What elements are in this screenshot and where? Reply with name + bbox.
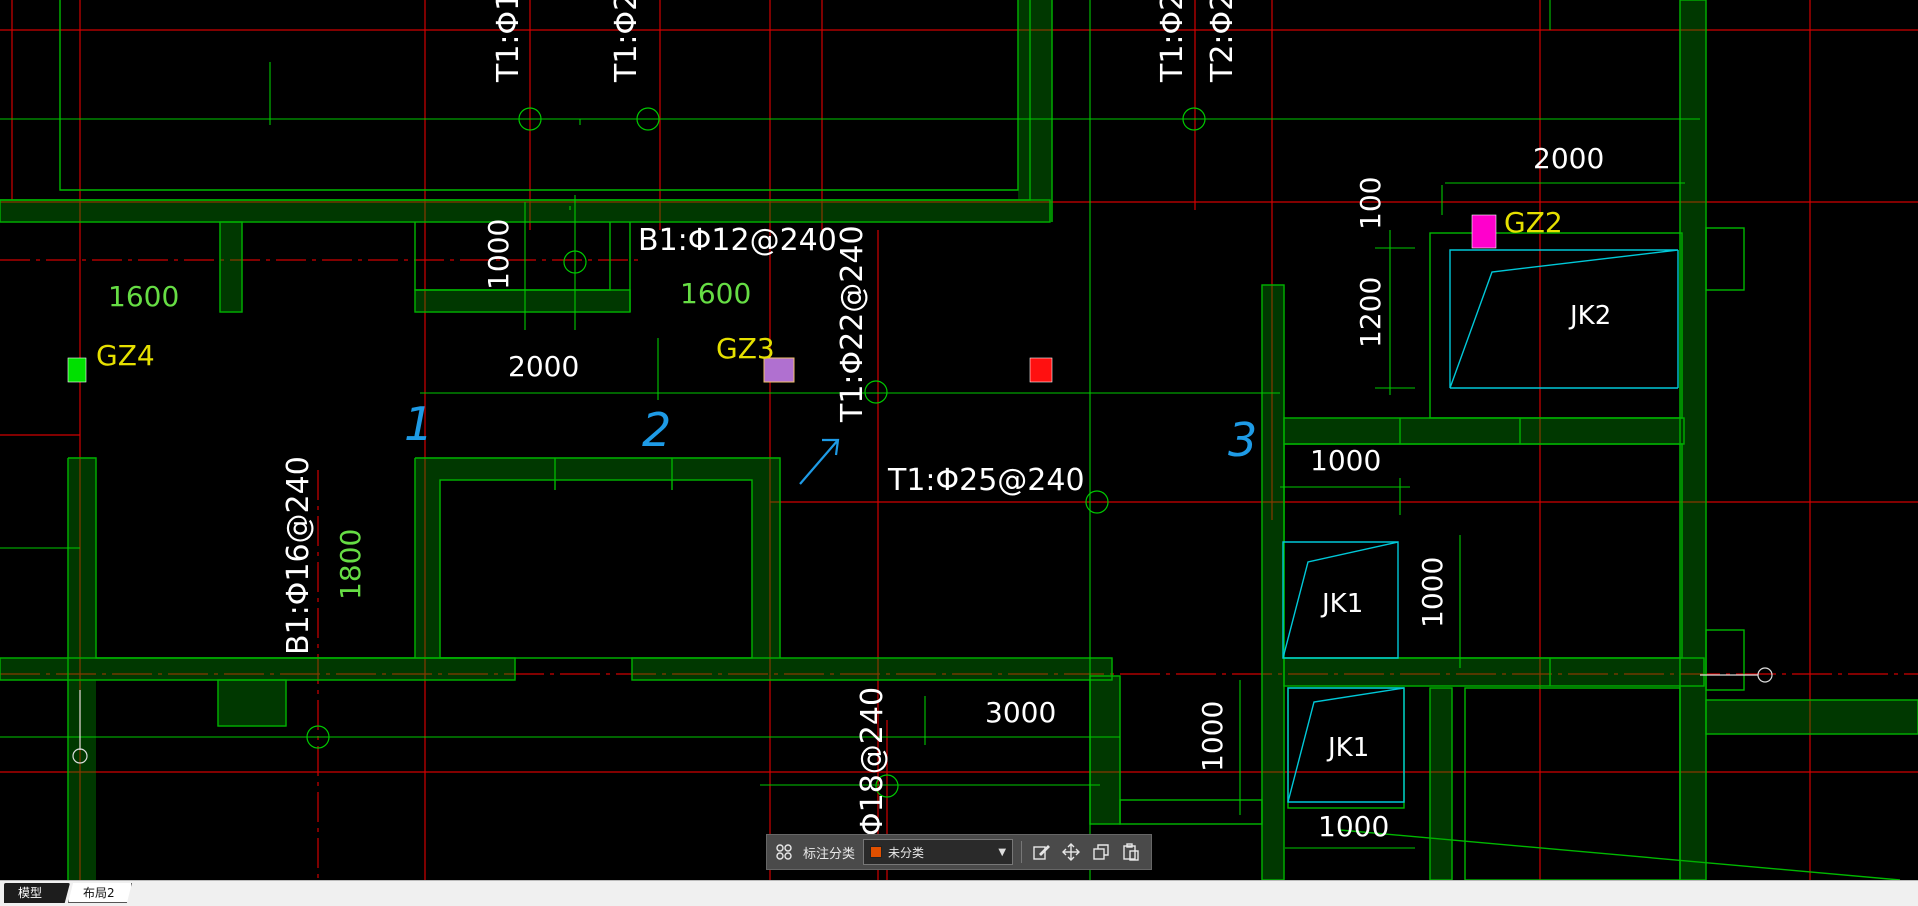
tab-layout2[interactable]: 布局2 <box>68 883 132 903</box>
dim-2000-right: 2000 <box>1533 142 1604 175</box>
dim-1000-jk1: 1000 <box>1416 557 1449 628</box>
toolbar-divider <box>1021 841 1023 863</box>
label-b1-phi16: B1:Φ16@240 <box>281 456 316 655</box>
category-select-value: 未分类 <box>888 845 925 860</box>
label-gz4: GZ4 <box>96 339 155 372</box>
category-swatch <box>870 846 883 858</box>
annotation-arrow <box>799 438 840 485</box>
label-phi18: Φ18@240 <box>855 687 890 836</box>
dim-1200: 1200 <box>1354 277 1387 348</box>
hand-number-1: 1 <box>404 397 433 451</box>
category-select[interactable]: 未分类 ▼ <box>863 839 1014 865</box>
handwritten-numbers: 1 2 3 <box>404 397 1257 467</box>
label-jk2: JK2 <box>1568 301 1611 331</box>
label-t1-phi16: T1:Φ16@ <box>491 0 526 83</box>
label-jk1-b: JK1 <box>1326 733 1369 763</box>
annotation-toolbar: 标注分类 未分类 ▼ <box>766 834 1152 870</box>
wall-hatching <box>0 0 1918 880</box>
layout-tabs-bar: 模型 布局2 <box>0 880 1918 906</box>
dim-3000: 3000 <box>985 696 1056 729</box>
hand-number-2: 2 <box>642 403 671 457</box>
label-gz3: GZ3 <box>716 332 775 365</box>
copy-icon[interactable] <box>1090 841 1112 863</box>
label-t1-phi25: T1:Φ25@240 <box>887 463 1085 498</box>
label-t2-phi20: T2:Φ20 <box>1205 0 1240 83</box>
cad-canvas[interactable]: T1:Φ16@ T1:Φ25 T1:Φ20 T2:Φ20 B1:Φ12@240 … <box>0 0 1918 880</box>
dim-2000-mid: 2000 <box>508 350 579 383</box>
tab-model[interactable]: 模型 <box>4 883 70 903</box>
paste-icon[interactable] <box>1120 841 1142 863</box>
move-icon[interactable] <box>1060 841 1082 863</box>
dim-1000-right: 1000 <box>1310 444 1381 477</box>
dim-1000-vert: 1000 <box>482 219 515 290</box>
label-t1-phi25-top: T1:Φ25 <box>609 0 644 83</box>
dim-1600-left: 1600 <box>108 280 179 313</box>
dim-1000-lower-vert: 1000 <box>1196 701 1229 772</box>
label-b1-phi12: B1:Φ12@240 <box>638 223 837 258</box>
chevron-down-icon: ▼ <box>998 846 1007 858</box>
hand-number-3: 3 <box>1228 413 1257 467</box>
label-gz2: GZ2 <box>1504 206 1563 239</box>
dim-1800: 1800 <box>334 529 367 600</box>
annotation-category-label: 标注分类 <box>803 846 856 862</box>
label-jk1-a: JK1 <box>1320 589 1363 619</box>
red-marker[interactable] <box>1029 357 1053 383</box>
dim-1000-bottom: 1000 <box>1318 810 1389 843</box>
gz2-marker[interactable] <box>1471 214 1497 249</box>
grid-icon[interactable] <box>773 841 795 863</box>
label-t1-phi22: T1:Φ22@240 <box>835 225 870 423</box>
label-t1-phi20: T1:Φ20 <box>1155 0 1190 83</box>
pit-outlines <box>1282 249 1679 803</box>
edit-icon[interactable] <box>1030 841 1052 863</box>
gz4-marker[interactable] <box>67 357 87 383</box>
dim-100: 100 <box>1354 177 1387 230</box>
dim-1600-mid: 1600 <box>680 277 751 310</box>
